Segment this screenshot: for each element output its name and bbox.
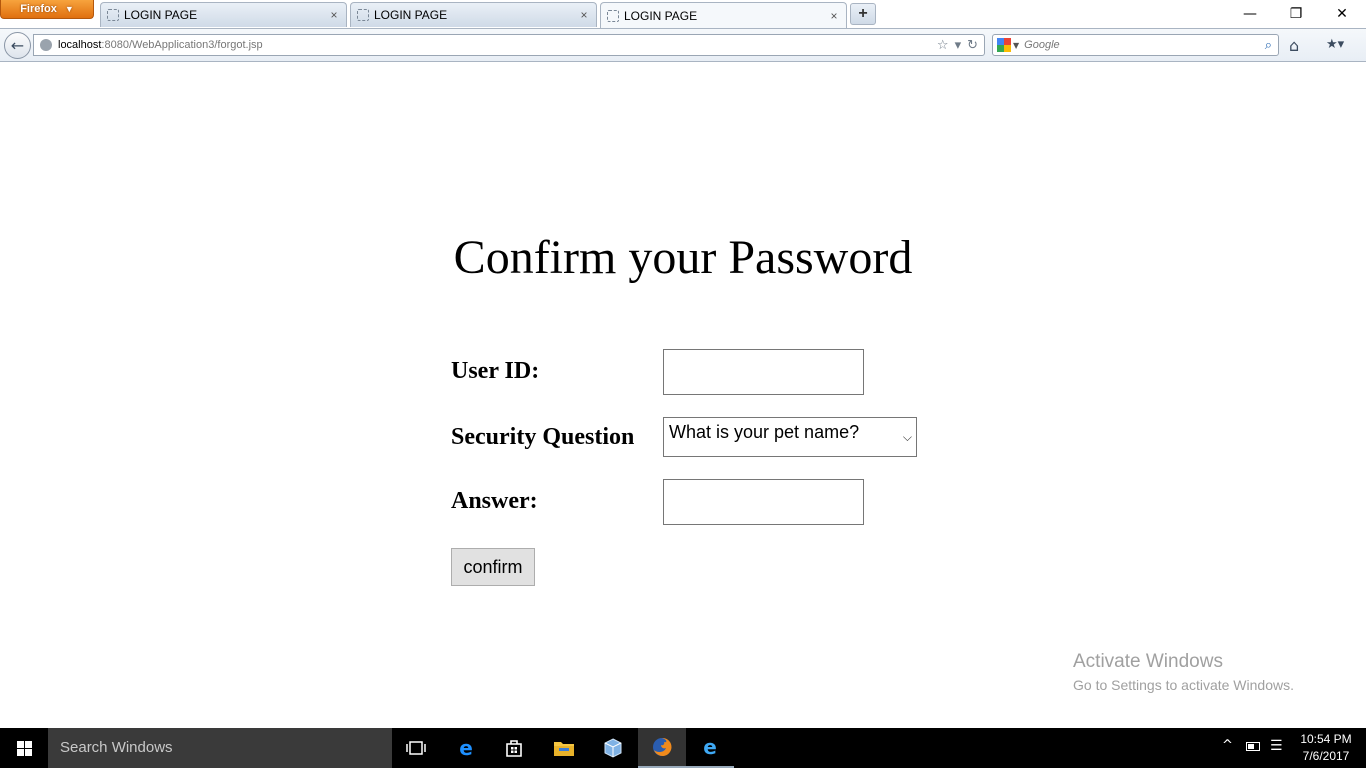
start-button[interactable] [0, 728, 48, 768]
bookmarks-menu-icon[interactable]: ★▾ [1326, 37, 1344, 52]
url-host: localhost [58, 39, 102, 51]
show-hidden-icons-icon[interactable]: ^ [1222, 738, 1233, 753]
search-input[interactable]: Google [1024, 39, 1265, 51]
url-path: :8080/WebApplication3/forgot.jsp [101, 39, 263, 51]
search-icon[interactable]: ⌕ [1265, 38, 1272, 53]
close-tab-icon[interactable]: × [328, 8, 340, 22]
page-favicon-icon [607, 9, 619, 22]
virtualbox-icon[interactable] [589, 728, 637, 768]
tab-title: LOGIN PAGE [374, 8, 448, 22]
firefox-menu-button[interactable]: Firefox ▼ [0, 0, 94, 19]
user-id-label: User ID: [451, 358, 540, 384]
new-tab-button[interactable]: + [850, 3, 876, 25]
action-center-icon[interactable]: ☰ [1270, 738, 1283, 754]
close-window-icon[interactable]: ✕ [1319, 0, 1365, 28]
answer-label: Answer: [451, 488, 538, 514]
close-tab-icon[interactable]: × [578, 8, 590, 22]
url-text[interactable]: localhost:8080/WebApplication3/forgot.js… [58, 39, 937, 51]
back-button[interactable]: ← [4, 32, 31, 59]
tab-title: LOGIN PAGE [124, 8, 198, 22]
user-id-input[interactable] [663, 349, 864, 395]
page-title: Confirm your Password [453, 231, 913, 284]
tab-title: LOGIN PAGE [624, 8, 698, 23]
tab-3-active[interactable]: LOGIN PAGE × [600, 2, 847, 28]
caret-down-icon: ▼ [64, 4, 74, 14]
page-favicon-icon [357, 9, 369, 21]
globe-icon [40, 39, 52, 51]
restore-icon[interactable]: ❐ [1273, 0, 1319, 28]
security-question-label: Security Question [451, 424, 635, 450]
internet-explorer-icon[interactable]: e [686, 728, 734, 768]
page-favicon-icon [107, 9, 119, 21]
answer-input[interactable] [663, 479, 864, 525]
watermark-title: Activate Windows [1073, 651, 1223, 672]
minimize-icon[interactable]: — [1227, 0, 1273, 28]
edge-icon[interactable]: e [442, 728, 490, 768]
bookmark-star-icon[interactable]: ☆ [937, 38, 949, 53]
taskbar-search-input[interactable]: Search Windows [48, 728, 392, 768]
taskbar-clock[interactable]: 10:54 PM 7/6/2017 [1294, 731, 1358, 765]
security-question-selected: What is your pet name? [669, 422, 860, 442]
close-tab-icon[interactable]: × [828, 9, 840, 23]
store-icon[interactable] [490, 728, 538, 768]
page-content: Confirm your Password User ID: Security … [0, 62, 1366, 728]
windows-logo-icon [17, 741, 32, 756]
tab-1[interactable]: LOGIN PAGE × [100, 2, 347, 27]
clock-date: 7/6/2017 [1302, 749, 1350, 763]
windows-taskbar: Search Windows e e ^ ☰ 10:54 PM 7/6/2017 [0, 728, 1366, 768]
search-bar[interactable]: ▼ Google ⌕ [992, 34, 1279, 56]
google-icon[interactable] [997, 38, 1011, 52]
chevron-down-icon: ⌵ [902, 430, 912, 444]
watermark-subtitle: Go to Settings to activate Windows. [1073, 677, 1294, 693]
firefox-icon[interactable] [638, 728, 686, 768]
security-question-select[interactable]: What is your pet name? ⌵ [663, 417, 917, 457]
caret-down-icon[interactable]: ▼ [1013, 41, 1019, 50]
file-explorer-icon[interactable] [540, 728, 588, 768]
navigation-toolbar: ← localhost:8080/WebApplication3/forgot.… [0, 28, 1366, 62]
clock-time: 10:54 PM [1300, 732, 1352, 746]
battery-icon[interactable] [1246, 742, 1260, 751]
home-icon[interactable]: ⌂ [1289, 36, 1299, 55]
url-bar[interactable]: localhost:8080/WebApplication3/forgot.js… [33, 34, 985, 56]
task-view-icon[interactable] [392, 728, 440, 768]
tab-bar: Firefox ▼ LOGIN PAGE × LOGIN PAGE × LOGI… [0, 0, 1366, 28]
activate-windows-watermark: Activate Windows Go to Settings to activ… [1073, 651, 1294, 693]
tab-2[interactable]: LOGIN PAGE × [350, 2, 597, 27]
confirm-button[interactable]: confirm [451, 548, 535, 586]
firefox-menu-label: Firefox [20, 3, 57, 15]
reload-icon[interactable]: ↻ [967, 38, 978, 53]
history-dropdown-icon[interactable]: ▾ [955, 38, 962, 53]
